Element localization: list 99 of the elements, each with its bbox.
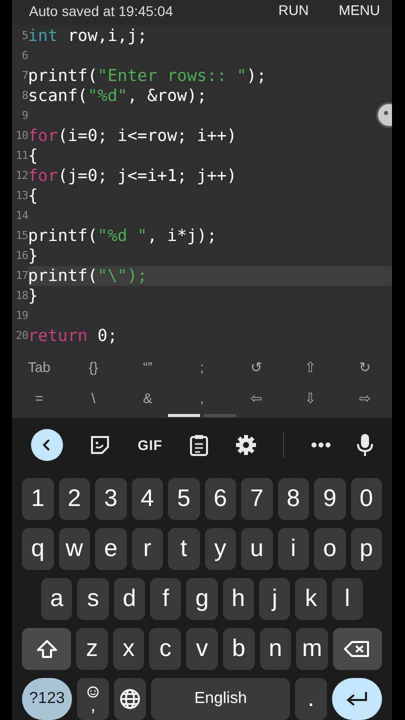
key[interactable]: .	[294, 678, 328, 720]
key[interactable]: l	[332, 578, 363, 620]
key[interactable]: v	[186, 628, 218, 670]
extra-key[interactable]: ,	[174, 388, 230, 409]
line-number: 20	[14, 328, 28, 344]
key[interactable]: t	[168, 528, 200, 570]
extra-key[interactable]: ⇧	[283, 357, 338, 378]
code-line: int row,i,j;	[28, 26, 148, 46]
line-number: 12	[14, 168, 28, 184]
code-line: {	[28, 146, 39, 166]
extra-key[interactable]: Tab	[12, 357, 66, 378]
code-line: scanf("%d", &row);	[28, 86, 208, 106]
key[interactable]: 2	[58, 478, 90, 520]
key[interactable]: 5	[168, 478, 200, 520]
extra-key[interactable]: ↻	[338, 357, 392, 378]
extra-key[interactable]: =	[12, 388, 66, 409]
key[interactable]: 3	[95, 478, 126, 520]
code-line: for(i=0; i<=row; i++)	[28, 126, 238, 146]
shift-icon	[36, 639, 58, 659]
key[interactable]: c	[149, 628, 182, 670]
code-line: printf("Enter rows:: ");	[28, 66, 268, 86]
key[interactable]: s	[77, 578, 109, 620]
gif-button[interactable]: GIF	[138, 434, 162, 456]
enter-key[interactable]	[332, 678, 382, 720]
extra-key[interactable]: ;	[174, 357, 230, 378]
shift-key[interactable]	[22, 628, 72, 670]
key[interactable]: m	[296, 628, 328, 670]
key[interactable]: a	[41, 578, 72, 620]
extra-key[interactable]: &	[120, 388, 175, 409]
back-button[interactable]	[31, 429, 64, 461]
autosave-status: Auto saved at 19:45:04	[29, 2, 173, 21]
key[interactable]: r	[132, 528, 163, 570]
backspace-icon	[344, 640, 370, 658]
line-number: 10	[14, 128, 28, 144]
line-number: 9	[20, 108, 28, 124]
key[interactable]: q	[22, 528, 54, 570]
key[interactable]: n	[260, 628, 292, 670]
key[interactable]: h	[222, 578, 254, 620]
line-number: 13	[14, 188, 28, 204]
key[interactable]: g	[186, 578, 218, 620]
key[interactable]: o	[314, 528, 346, 570]
sticker-icon[interactable]	[89, 434, 112, 456]
key[interactable]: 7	[241, 478, 272, 520]
more-icon[interactable]	[310, 442, 331, 448]
key[interactable]: 1	[22, 478, 54, 520]
extra-key[interactable]: ↺	[229, 357, 284, 378]
extra-key[interactable]: {}	[66, 357, 121, 378]
code-line: {	[28, 186, 39, 206]
key[interactable]: d	[114, 578, 146, 620]
code-line: }	[28, 246, 39, 266]
key[interactable]: w	[58, 528, 90, 570]
key[interactable]: f	[150, 578, 182, 620]
extra-key[interactable]: “”	[120, 357, 175, 378]
smiley-icon	[87, 686, 100, 698]
line-number: 7	[20, 68, 28, 84]
key[interactable]: e	[95, 528, 126, 570]
extra-key[interactable]: \	[66, 388, 121, 409]
line-number: 16	[14, 248, 28, 264]
key[interactable]: p	[350, 528, 382, 570]
line-number: 19	[14, 308, 28, 324]
clipboard-icon[interactable]	[188, 434, 209, 456]
key[interactable]: z	[76, 628, 108, 670]
microphone-icon[interactable]	[356, 433, 373, 457]
extra-key[interactable]: ⇩	[283, 388, 338, 409]
key[interactable]: y	[204, 528, 236, 570]
line-number: 8	[20, 88, 28, 104]
line-number: 14	[14, 208, 28, 224]
key[interactable]: k	[295, 578, 327, 620]
backspace-key[interactable]	[332, 628, 382, 670]
code-line: printf("%d ", i*j);	[28, 226, 218, 246]
line-number: 6	[20, 48, 28, 64]
key[interactable]: u	[241, 528, 272, 570]
line-number: 5	[20, 28, 28, 44]
key[interactable]: 0	[350, 478, 382, 520]
line-number: 18	[14, 288, 28, 304]
key[interactable]: i	[278, 528, 309, 570]
enter-icon	[345, 691, 370, 707]
key[interactable]: 4	[132, 478, 163, 520]
header-action[interactable]: RUN	[278, 0, 309, 21]
symbols-key[interactable]: ?123	[22, 678, 72, 720]
key[interactable]: j	[258, 578, 290, 620]
code-line: for(j=0; j<=i+1; j++)	[28, 166, 238, 186]
globe-icon[interactable]	[114, 678, 146, 720]
key[interactable]: 8	[278, 478, 309, 520]
key[interactable]: 6	[204, 478, 236, 520]
line-number: 11	[14, 148, 28, 164]
line-number: 15	[14, 228, 28, 244]
settings-icon[interactable]	[235, 434, 258, 456]
space-key[interactable]: English	[151, 678, 290, 720]
code-line: return 0;	[28, 326, 118, 346]
extra-key[interactable]: ⇨	[338, 388, 392, 409]
header-action[interactable]: MENU	[338, 0, 380, 21]
line-number: 17	[14, 268, 28, 284]
key[interactable]: 9	[314, 478, 346, 520]
key[interactable]: x	[112, 628, 144, 670]
extra-key[interactable]: ⇦	[229, 388, 284, 409]
code-line: }	[28, 286, 39, 306]
emoji-comma-key[interactable]: ,	[76, 678, 110, 720]
key[interactable]: b	[222, 628, 255, 670]
